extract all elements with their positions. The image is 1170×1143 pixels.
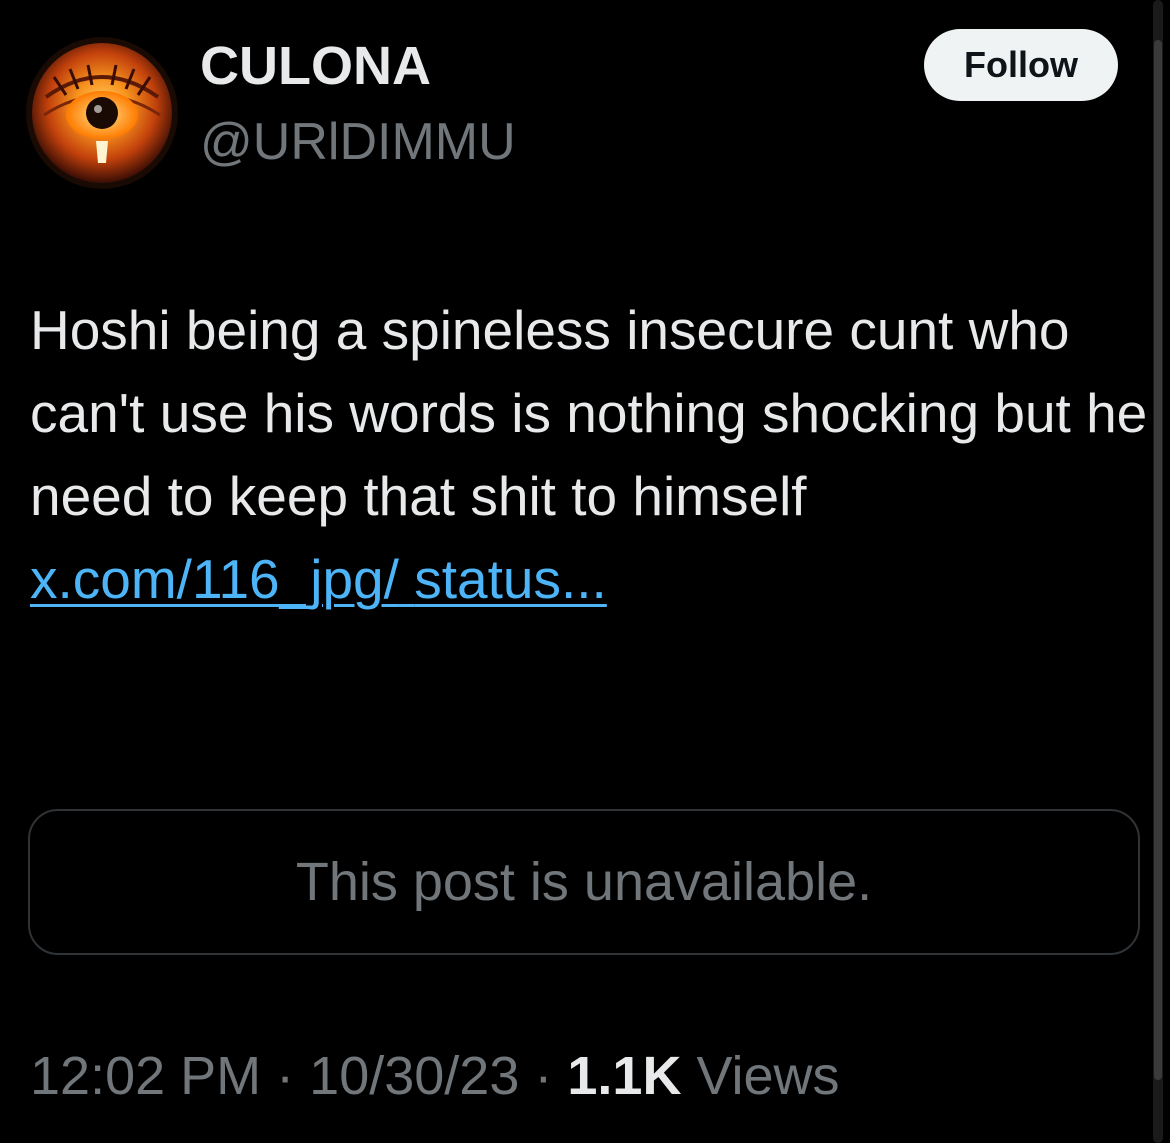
meta-separator: · xyxy=(276,1046,295,1106)
tweet-link[interactable]: x.com/116_jpg/ status... xyxy=(30,548,607,610)
follow-button[interactable]: Follow xyxy=(924,29,1118,101)
views-label: Views xyxy=(696,1046,840,1106)
avatar[interactable] xyxy=(26,37,178,189)
tweet-text: Hoshi being a spineless insecure cunt wh… xyxy=(30,289,1150,621)
post-date[interactable]: 10/30/23 xyxy=(309,1046,519,1106)
orange-eye-avatar-icon xyxy=(26,37,178,189)
scrollbar-thumb[interactable] xyxy=(1154,40,1162,1080)
post-time[interactable]: 12:02 PM xyxy=(30,1046,261,1106)
display-name[interactable]: CULONA xyxy=(200,34,431,98)
views-count: 1.1K xyxy=(567,1046,682,1106)
tweet-body: Hoshi being a spineless insecure cunt wh… xyxy=(30,299,1148,527)
tweet-link-part1[interactable]: x.com/116_jpg/ xyxy=(30,548,399,610)
unavailable-message: This post is unavailable. xyxy=(295,852,873,912)
tweet-card: CULONA @URlDIMMU Follow Hoshi being a sp… xyxy=(0,0,1170,1143)
quoted-post-placeholder: This post is unavailable. xyxy=(28,809,1140,955)
user-handle[interactable]: @URlDIMMU xyxy=(200,110,516,174)
tweet-meta: 12:02 PM · 10/30/23 · 1.1K Views xyxy=(30,1040,840,1112)
meta-separator: · xyxy=(534,1046,553,1106)
tweet-link-part2[interactable]: status... xyxy=(414,548,607,610)
